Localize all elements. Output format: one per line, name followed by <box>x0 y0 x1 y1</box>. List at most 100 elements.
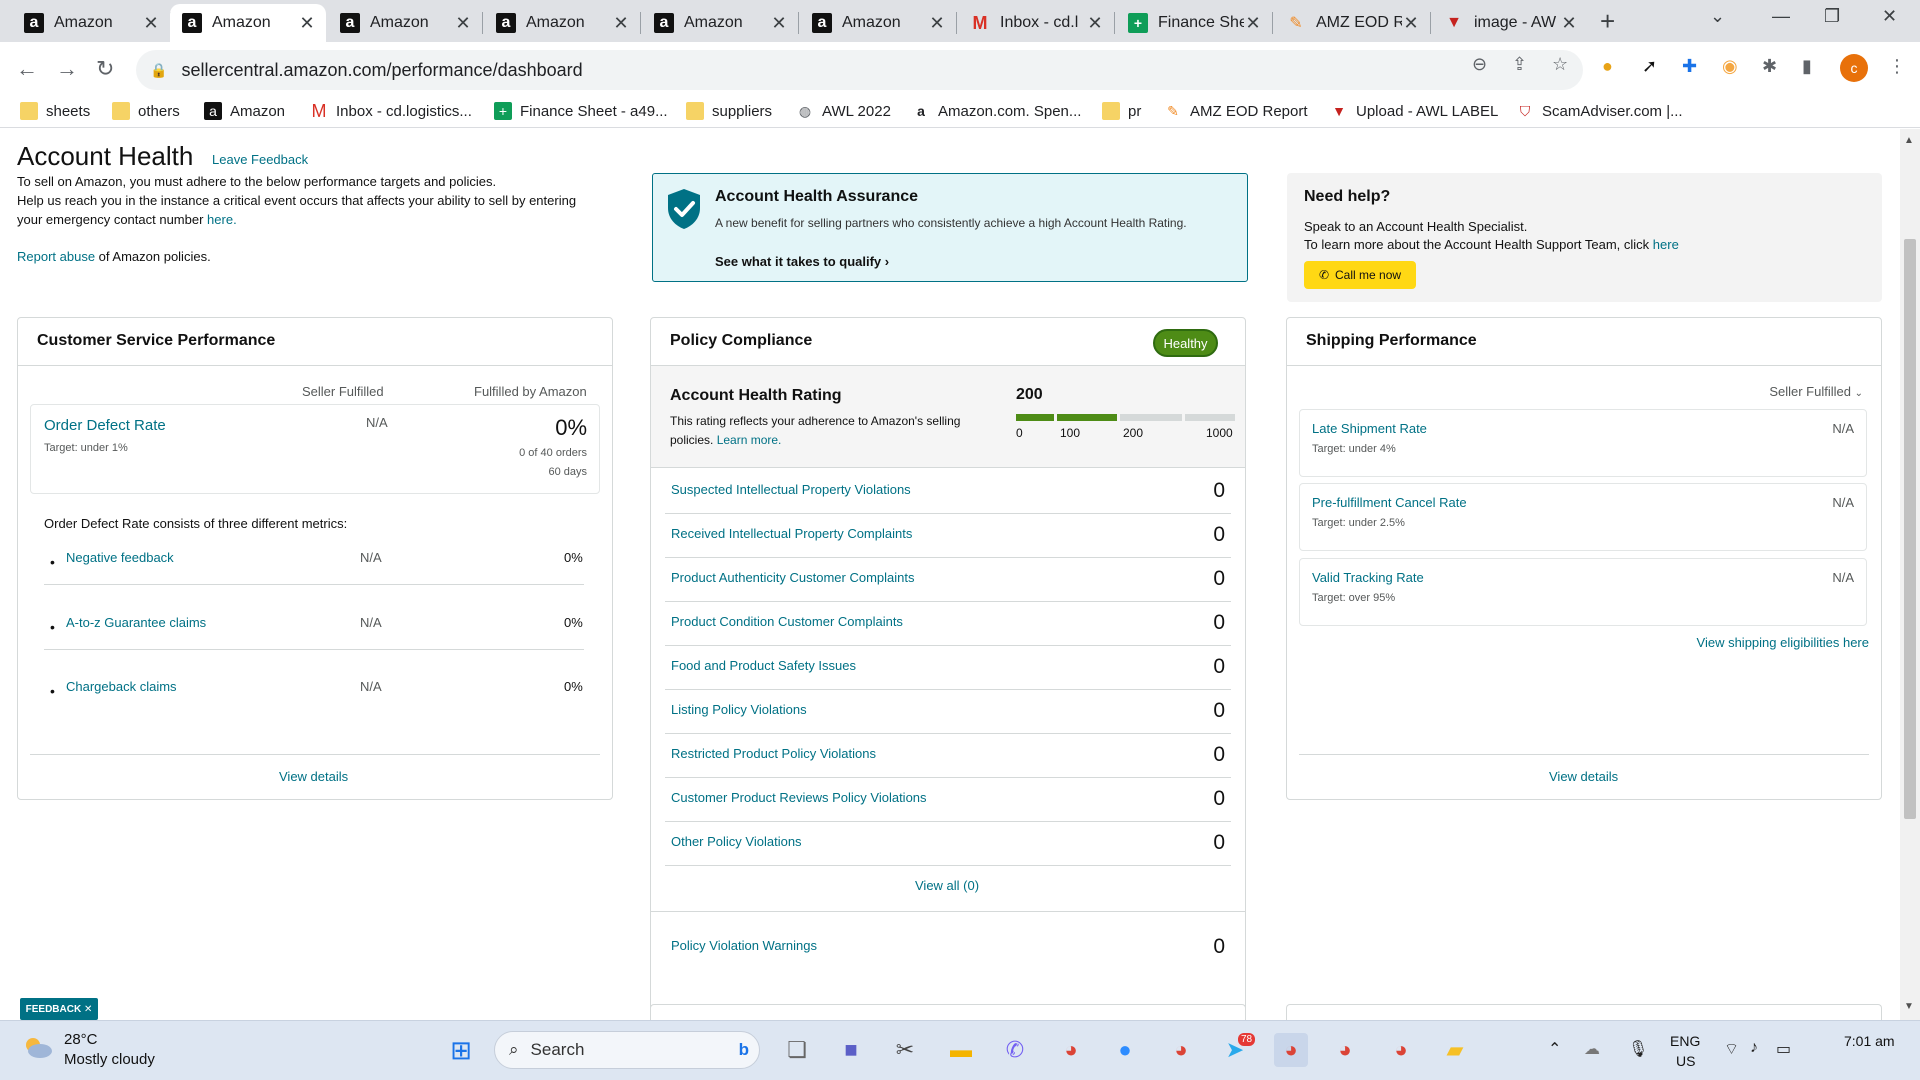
browser-tab[interactable]: + Finance She ✕ <box>1114 4 1272 42</box>
food-safety-link[interactable]: Food and Product Safety Issues <box>671 658 856 673</box>
reload-icon[interactable]: ↻ <box>96 56 114 82</box>
bookmark-star-icon[interactable]: ☆ <box>1552 54 1568 75</box>
close-icon[interactable]: ✕ <box>928 13 946 34</box>
wifi-icon[interactable]: ⌔ <box>1724 1039 1739 1059</box>
browser-tab[interactable]: M Inbox - cd.l ✕ <box>956 4 1114 42</box>
scroll-down-icon[interactable]: ▼ <box>1904 1001 1914 1012</box>
weather-temperature[interactable]: 28°C <box>64 1031 98 1048</box>
microphone-icon[interactable]: 🎙 <box>1628 1039 1648 1059</box>
close-icon[interactable]: ✕ <box>298 13 316 34</box>
close-icon[interactable]: ✕ <box>1086 13 1104 34</box>
close-icon[interactable]: ✕ <box>142 13 160 34</box>
scrollbar-thumb[interactable] <box>1904 239 1916 819</box>
side-panel-icon[interactable]: ▮ <box>1802 56 1812 77</box>
chrome-alt-profile-icon[interactable]: ◕ <box>1384 1033 1418 1067</box>
policy-warnings-link[interactable]: Policy Violation Warnings <box>671 938 817 953</box>
address-bar[interactable]: 🔒 sellercentral.amazon.com/performance/d… <box>136 50 1583 90</box>
emergency-contact-link[interactable]: here. <box>207 212 237 227</box>
new-tab-icon[interactable]: + <box>1600 6 1615 37</box>
window-close-icon[interactable]: ✕ <box>1882 6 1897 27</box>
extension-blue-icon[interactable]: ✚ <box>1682 56 1697 77</box>
chrome-profile-icon[interactable]: ◕ <box>1164 1033 1198 1067</box>
bookmark-item[interactable]: pr <box>1102 102 1141 120</box>
bookmark-item[interactable]: ✎ AMZ EOD Report <box>1164 102 1307 120</box>
chrome-gmail-profile-icon[interactable]: ◕ <box>1328 1033 1362 1067</box>
volume-icon[interactable]: ♪ <box>1750 1039 1758 1057</box>
cancel-rate-link[interactable]: Pre-fulfillment Cancel Rate <box>1312 495 1467 510</box>
reviews-policy-link[interactable]: Customer Product Reviews Policy Violatio… <box>671 790 927 805</box>
leave-feedback-link[interactable]: Leave Feedback <box>212 152 308 167</box>
browser-tab[interactable]: a Amazon ✕ <box>482 4 640 42</box>
extension-arrow-icon[interactable]: ➚ <box>1642 56 1657 77</box>
valid-tracking-link[interactable]: Valid Tracking Rate <box>1312 570 1424 585</box>
extension-cat-icon[interactable]: ● <box>1602 56 1613 77</box>
tab-search-chevron-icon[interactable]: ⌄ <box>1710 6 1725 27</box>
minimize-icon[interactable]: — <box>1772 6 1790 27</box>
browser-tab[interactable]: a Amazon ✕ <box>798 4 956 42</box>
language-indicator[interactable]: ENG <box>1670 1033 1700 1049</box>
feedback-tab[interactable]: FEEDBACK ✕ <box>20 998 98 1020</box>
bookmark-item[interactable]: others <box>112 102 180 120</box>
zoom-icon[interactable]: ⊖ <box>1472 54 1487 75</box>
clock-time[interactable]: 7:01 am <box>1844 1033 1895 1049</box>
region-indicator[interactable]: US <box>1676 1053 1695 1069</box>
share-icon[interactable]: ⇪ <box>1512 54 1527 75</box>
bookmark-item[interactable]: a Amazon <box>204 102 285 120</box>
learn-more-link[interactable]: Learn more. <box>717 433 782 447</box>
windows-start-icon[interactable]: ⊞ <box>444 1033 478 1067</box>
authenticity-complaints-link[interactable]: Product Authenticity Customer Complaints <box>671 570 915 585</box>
report-abuse-link[interactable]: Report abuse <box>17 249 95 264</box>
tray-chevron-up-icon[interactable]: ⌃ <box>1548 1039 1561 1059</box>
snipping-tool-icon[interactable]: ✂ <box>888 1033 922 1067</box>
browser-tab[interactable]: ▼ image - AW ✕ <box>1430 4 1588 42</box>
shipping-eligibilities-link[interactable]: View shipping eligibilities here <box>1697 635 1869 650</box>
bookmark-item[interactable]: ▼ Upload - AWL LABEL <box>1330 102 1498 120</box>
bookmark-item[interactable]: M Inbox - cd.logistics... <box>310 101 472 121</box>
viber-icon[interactable]: ✆ <box>998 1033 1032 1067</box>
scroll-up-icon[interactable]: ▲ <box>1904 135 1914 146</box>
bookmark-item[interactable]: ◍ AWL 2022 <box>796 102 891 120</box>
sticky-notes-icon[interactable]: ▰ <box>1438 1033 1472 1067</box>
chargeback-claims-link[interactable]: Chargeback claims <box>66 679 177 694</box>
listing-policy-link[interactable]: Listing Policy Violations <box>671 702 807 717</box>
restricted-product-link[interactable]: Restricted Product Policy Violations <box>671 746 876 761</box>
chrome-active-icon[interactable]: ◕ <box>1274 1033 1308 1067</box>
extensions-puzzle-icon[interactable]: ✱ <box>1762 56 1777 77</box>
weather-condition[interactable]: Mostly cloudy <box>64 1051 155 1068</box>
view-details-link[interactable]: View details <box>279 769 348 784</box>
battery-icon[interactable]: ▭ <box>1776 1039 1791 1059</box>
ip-complaints-link[interactable]: Received Intellectual Property Complaint… <box>671 526 912 541</box>
browser-tab[interactable]: a Amazon ✕ <box>0 4 170 42</box>
close-icon[interactable]: ✕ <box>770 13 788 34</box>
close-icon[interactable]: ✕ <box>454 13 472 34</box>
browser-tab-active[interactable]: a Amazon ✕ <box>170 4 326 42</box>
qualify-link[interactable]: See what it takes to qualify › <box>715 254 889 269</box>
close-icon[interactable]: ✕ <box>1244 13 1262 34</box>
extension-orange-icon[interactable]: ◉ <box>1722 56 1738 77</box>
view-all-link[interactable]: View all (0) <box>915 878 979 893</box>
teams-chat-icon[interactable]: ■ <box>834 1033 868 1067</box>
restore-icon[interactable]: ❐ <box>1824 6 1840 27</box>
bookmark-item[interactable]: sheets <box>20 102 90 120</box>
bookmark-item[interactable]: ⛉ ScamAdviser.com |... <box>1516 102 1683 120</box>
url-text[interactable]: sellercentral.amazon.com/performance/das… <box>181 60 582 81</box>
file-explorer-icon[interactable]: ▬ <box>944 1033 978 1067</box>
bookmark-item[interactable]: a Amazon.com. Spen... <box>912 102 1081 120</box>
browser-tab[interactable]: a Amazon ✕ <box>640 4 798 42</box>
ip-violations-link[interactable]: Suspected Intellectual Property Violatio… <box>671 482 911 497</box>
close-icon[interactable]: ✕ <box>612 13 630 34</box>
fulfillment-dropdown[interactable]: Seller Fulfilled ⌄ <box>1769 384 1863 399</box>
browser-tab[interactable]: a Amazon ✕ <box>326 4 482 42</box>
onedrive-cloud-icon[interactable]: ☁ <box>1584 1039 1600 1059</box>
chrome-icon[interactable]: ◕ <box>1054 1033 1088 1067</box>
late-shipment-link[interactable]: Late Shipment Rate <box>1312 421 1427 436</box>
order-defect-rate-link[interactable]: Order Defect Rate <box>44 417 166 434</box>
browser-tab[interactable]: ✎ AMZ EOD R ✕ <box>1272 4 1430 42</box>
menu-kebab-icon[interactable]: ⋮ <box>1888 56 1906 77</box>
a-to-z-claims-link[interactable]: A-to-z Guarantee claims <box>66 615 206 630</box>
back-arrow-icon[interactable]: ← <box>16 56 38 82</box>
bookmark-item[interactable]: + Finance Sheet - a49... <box>494 102 668 120</box>
close-icon[interactable]: ✕ <box>1402 13 1420 34</box>
bookmark-item[interactable]: suppliers <box>686 102 772 120</box>
forward-arrow-icon[interactable]: → <box>56 56 78 82</box>
